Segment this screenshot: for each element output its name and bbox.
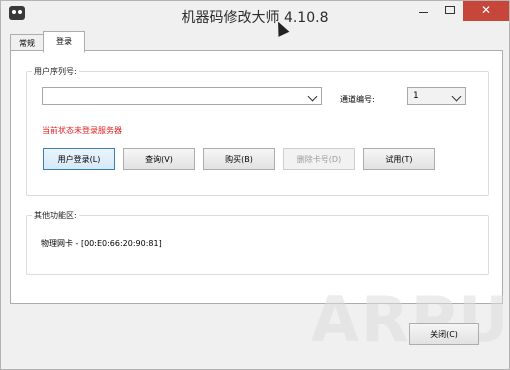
delete-card-button[interactable]: 删除卡号(D) xyxy=(283,148,355,170)
serial-combobox[interactable] xyxy=(42,87,322,105)
channel-value: 1 xyxy=(413,91,419,101)
maximize-button[interactable] xyxy=(437,1,463,21)
serial-group: 用户序列号: 通道编号: 1 当前状态未登录服务器 用户登录(L) 查询(V) … xyxy=(26,66,489,196)
minimize-button[interactable] xyxy=(411,1,437,21)
trial-button[interactable]: 试用(T) xyxy=(363,148,435,170)
chevron-down-icon[interactable] xyxy=(451,91,462,102)
query-button[interactable]: 查询(V) xyxy=(123,148,195,170)
other-functions-group: 其他功能区: 物理网卡 - [00:E0:66:20:90:81] xyxy=(26,210,489,275)
login-tab-panel: 用户序列号: 通道编号: 1 当前状态未登录服务器 用户登录(L) 查询(V) … xyxy=(10,50,503,304)
other-group-title: 其他功能区: xyxy=(32,210,79,221)
mac-address-text: 物理网卡 - [00:E0:66:20:90:81] xyxy=(41,239,162,248)
tab-login[interactable]: 登录 xyxy=(43,31,85,53)
channel-label: 通道编号: xyxy=(340,95,375,104)
login-button[interactable]: 用户登录(L) xyxy=(43,148,115,170)
channel-select[interactable]: 1 xyxy=(407,87,466,105)
serial-group-title: 用户序列号: xyxy=(32,66,79,77)
close-button[interactable]: 关闭(C) xyxy=(409,323,479,345)
app-window: 机器码修改大师 4.10.8 ✕ 常规 登录 用户序列号: 通道编号: 1 当前… xyxy=(0,0,510,370)
window-close-button[interactable]: ✕ xyxy=(463,1,509,21)
close-icon: ✕ xyxy=(480,3,492,17)
chevron-down-icon[interactable] xyxy=(307,91,318,102)
status-text: 当前状态未登录服务器 xyxy=(42,126,122,135)
title-bar[interactable]: 机器码修改大师 4.10.8 ✕ xyxy=(1,1,509,31)
buy-button[interactable]: 购买(B) xyxy=(203,148,275,170)
